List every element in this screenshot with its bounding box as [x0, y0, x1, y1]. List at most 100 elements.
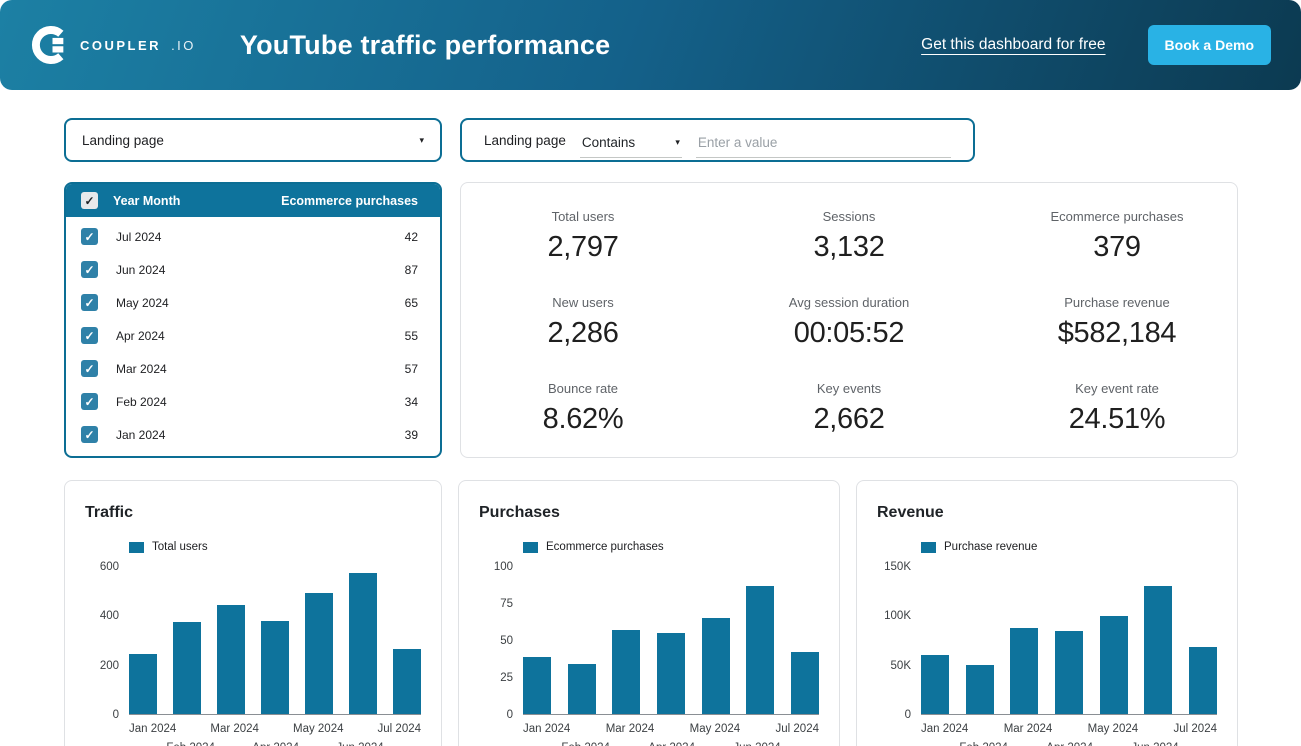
x-tick-label: Jun 2024 — [1131, 742, 1178, 746]
legend-label: Ecommerce purchases — [546, 541, 664, 553]
chart-bar[interactable] — [129, 653, 157, 714]
x-tick-label: Jan 2024 — [523, 723, 571, 735]
x-tick-label: May 2024 — [1087, 723, 1139, 735]
chart-bar[interactable] — [261, 620, 289, 714]
landing-page-selector[interactable]: Landing page ▾ — [64, 118, 442, 162]
kpi-value: 2,797 — [547, 230, 619, 263]
chart-bar[interactable] — [393, 649, 421, 714]
y-tick-label: 100 — [493, 561, 513, 573]
x-tick-label: May 2024 — [292, 723, 344, 735]
y-tick-label: 600 — [99, 561, 119, 573]
chart-bar[interactable] — [612, 630, 641, 714]
row-checkbox[interactable]: ✓ — [81, 294, 98, 311]
filter-value-input[interactable] — [695, 130, 951, 158]
x-tick-label: Mar 2024 — [605, 723, 655, 735]
legend-swatch-icon — [921, 541, 936, 553]
row-checkbox[interactable]: ✓ — [81, 360, 98, 377]
select-all-checkbox[interactable]: ✓ — [81, 192, 98, 209]
table-rows: ✓ Jul 2024 42 ✓ Jun 2024 87 ✓ May 2024 6… — [66, 217, 440, 451]
x-axis-labels: Jan 2024 Mar 2024 May 2024 Jul 2024 — [523, 723, 819, 738]
chevron-down-icon: ▾ — [675, 136, 680, 147]
row-label: Jul 2024 — [116, 229, 162, 244]
chevron-down-icon: ▾ — [419, 134, 424, 145]
x-tick-label: Apr 2024 — [648, 742, 695, 746]
chart-bar[interactable] — [1010, 627, 1039, 714]
operator-value: Contains — [581, 134, 636, 150]
chart-bar[interactable] — [701, 618, 730, 714]
chart-bar[interactable] — [656, 633, 685, 714]
table-row[interactable]: ✓ Jun 2024 87 — [66, 253, 440, 286]
y-tick-label: 0 — [904, 709, 911, 721]
charts-row: Traffic Total users 0 200 400 600 Jan 2024 M… — [64, 480, 1238, 746]
chart-bar[interactable] — [217, 604, 245, 714]
kpi-sessions: Sessions 3,132 — [731, 191, 966, 277]
condition-field-label: Landing page — [484, 132, 566, 148]
row-label: May 2024 — [116, 295, 169, 310]
chart-plot-area: 0 25 50 75 100 — [479, 561, 819, 721]
x-tick-label: May 2024 — [689, 723, 741, 735]
chart-bar[interactable] — [790, 652, 819, 714]
y-axis: 0 25 50 75 100 — [479, 561, 523, 721]
row-value: 57 — [404, 361, 418, 376]
y-tick-label: 75 — [500, 598, 513, 610]
kpi-label: Bounce rate — [547, 380, 619, 396]
table-row[interactable]: ✓ May 2024 65 — [66, 286, 440, 319]
coupler-logo[interactable]: COUPLER .IO — [30, 25, 196, 65]
row-checkbox[interactable]: ✓ — [81, 228, 98, 245]
column-header-ecommerce-purchases[interactable]: Ecommerce purchases — [281, 194, 418, 208]
x-axis-labels-secondary: Feb 2024 Apr 2024 Jun 2024 — [129, 742, 421, 746]
row-label: Jun 2024 — [116, 262, 166, 277]
table-row[interactable]: ✓ Feb 2024 34 — [66, 385, 440, 418]
kpi-value: 2,662 — [813, 402, 885, 435]
chart-bar[interactable] — [921, 655, 949, 714]
y-tick-label: 400 — [99, 610, 119, 623]
chart-bar[interactable] — [173, 622, 201, 714]
x-axis-labels: Jan 2024 Mar 2024 May 2024 Jul 2024 — [921, 723, 1217, 738]
chart-bar[interactable] — [1144, 585, 1173, 714]
row-checkbox[interactable]: ✓ — [81, 261, 98, 278]
traffic-chart-card: Traffic Total users 0 200 400 600 Jan 2024 M… — [64, 480, 442, 746]
kpi-ecommerce-purchases: Ecommerce purchases 379 — [1032, 191, 1202, 277]
landing-page-condition-filter: Landing page Contains ▾ — [460, 118, 975, 162]
chart-bar[interactable] — [305, 592, 333, 714]
table-row[interactable]: ✓ Apr 2024 55 — [66, 319, 440, 352]
chart-bar[interactable] — [1099, 616, 1128, 714]
row-label: Mar 2024 — [116, 361, 167, 376]
kpi-new-users: New users 2,286 — [508, 277, 658, 363]
x-tick-label: Jan 2024 — [129, 723, 177, 735]
chart-plot-area: 0 200 400 600 — [85, 561, 421, 721]
operator-select[interactable]: Contains ▾ — [579, 131, 682, 158]
x-tick-label: Feb 2024 — [561, 742, 610, 746]
chart-bar[interactable] — [1054, 630, 1083, 714]
filters-row: Landing page ▾ Landing page Contains ▾ — [64, 118, 1238, 162]
book-demo-button[interactable]: Book a Demo — [1147, 25, 1271, 65]
chart-bar[interactable] — [746, 586, 775, 714]
kpi-bounce-rate: Bounce rate 8.62% — [508, 363, 658, 449]
row-checkbox[interactable]: ✓ — [81, 393, 98, 410]
kpi-value: 00:05:52 — [793, 316, 905, 349]
row-checkbox[interactable]: ✓ — [81, 327, 98, 344]
get-dashboard-link[interactable]: Get this dashboard for free — [921, 36, 1105, 54]
kpi-value: 8.62% — [542, 402, 624, 435]
kpi-key-events: Key events 2,662 — [731, 363, 966, 449]
header-actions: Get this dashboard for free Book a Demo — [921, 25, 1271, 65]
chart-bar[interactable] — [965, 665, 994, 714]
chart-bar[interactable] — [523, 656, 551, 714]
selector-label: Landing page — [82, 132, 164, 148]
table-row[interactable]: ✓ Jan 2024 39 — [66, 418, 440, 451]
chart-plot-area: 0 50K 100K 150K — [877, 561, 1217, 721]
kpi-summary-card: Total users 2,797 Sessions 3,132 Ecommer… — [460, 182, 1238, 458]
x-tick-label: Apr 2024 — [252, 742, 299, 746]
row-checkbox[interactable]: ✓ — [81, 426, 98, 443]
chart-bar[interactable] — [1188, 647, 1217, 714]
year-month-table: ✓ Year Month Ecommerce purchases ✓ Jul 2… — [64, 182, 442, 458]
column-header-year-month[interactable]: Year Month — [113, 194, 180, 208]
kpi-label: Total users — [551, 208, 615, 224]
table-row[interactable]: ✓ Jul 2024 42 — [66, 220, 440, 253]
y-tick-label: 0 — [112, 709, 119, 721]
chart-bar[interactable] — [349, 573, 377, 714]
table-row[interactable]: ✓ Mar 2024 57 — [66, 352, 440, 385]
kpi-total-users: Total users 2,797 — [508, 191, 658, 277]
x-tick-label: Jul 2024 — [377, 723, 422, 735]
chart-bar[interactable] — [567, 664, 596, 714]
